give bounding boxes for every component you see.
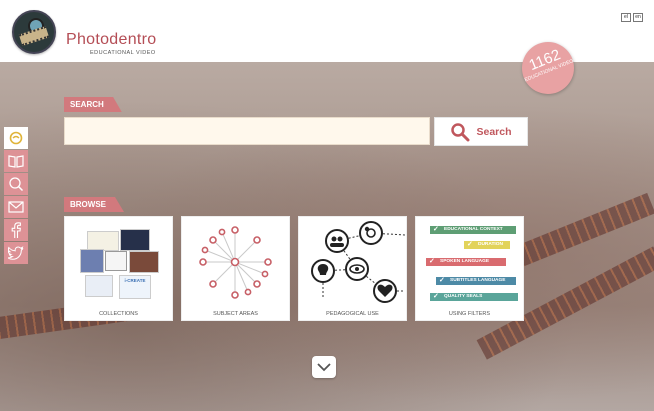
mail-icon (8, 201, 24, 213)
photodentro-icon (9, 131, 23, 145)
collection-thumb (87, 231, 119, 251)
brand-title[interactable]: Photodentro (66, 31, 156, 49)
subject-network-icon (199, 226, 272, 299)
pedagogical-icon (311, 221, 406, 303)
twitter-link[interactable] (4, 242, 28, 264)
mail-link[interactable] (4, 196, 28, 218)
page-frame: Photodentro EDUCATIONAL VIDEO el en 1162… (0, 0, 654, 411)
brand-subtitle: EDUCATIONAL VIDEO (90, 50, 156, 56)
search-section-tag: SEARCH (64, 97, 122, 112)
check-icon: ✓ (433, 293, 439, 300)
collection-thumb (120, 229, 150, 251)
search-button[interactable]: Search (434, 117, 528, 146)
twitter-icon (8, 246, 24, 260)
facebook-link[interactable] (4, 219, 28, 241)
photodentro-social-link[interactable] (4, 127, 28, 149)
browse-card-using-filters[interactable]: ✓ EDUCATIONAL CONTEXT ✓ DURATION ✓ SPOKEN L… (415, 216, 524, 321)
photodentro-logo-icon[interactable] (12, 10, 56, 54)
search-button-label: Search (476, 125, 512, 138)
browse-card-collections[interactable]: i-CREATE COLLECTIONS (64, 216, 173, 321)
facebook-icon (11, 222, 21, 238)
card-label-using-filters: USING FILTERS (448, 311, 491, 317)
book-icon (8, 155, 24, 168)
filter-duration: ✓ DURATION (464, 241, 510, 249)
check-icon: ✓ (467, 241, 473, 248)
book-link[interactable] (4, 150, 28, 172)
card-label-pedagogical-use: PEDAGOGICAL USE (326, 311, 379, 317)
collection-thumb (80, 249, 104, 273)
card-label-subject-areas: SUBJECT AREAS (213, 311, 258, 317)
search-help-link[interactable] (4, 173, 28, 195)
scroll-down-button[interactable] (312, 356, 336, 378)
collection-thumb (85, 275, 113, 297)
lang-en-button[interactable]: en (633, 13, 643, 22)
filter-quality-seals: ✓ QUALITY SEALS (430, 293, 518, 301)
search-icon (451, 122, 470, 141)
collection-thumb-icreate: i-CREATE (119, 275, 151, 299)
browse-section-tag: BROWSE (64, 197, 124, 212)
filter-educational-context: ✓ EDUCATIONAL CONTEXT (430, 226, 516, 234)
check-icon: ✓ (439, 277, 445, 284)
check-icon: ✓ (429, 258, 435, 265)
filter-spoken-language: ✓ SPOKEN LANGUAGE (426, 258, 506, 266)
browse-card-subject-areas[interactable]: SUBJECT AREAS (181, 216, 290, 321)
check-icon: ✓ (433, 226, 439, 233)
search-input[interactable] (64, 117, 430, 145)
collection-thumb (129, 251, 159, 273)
card-label-collections: COLLECTIONS (99, 311, 138, 317)
search-help-icon (9, 177, 24, 192)
browse-card-pedagogical-use[interactable]: PEDAGOGICAL USE (298, 216, 407, 321)
chevron-down-icon (317, 363, 331, 372)
lang-el-button[interactable]: el (621, 13, 631, 22)
collection-thumb (105, 251, 127, 271)
filter-subtitles-language: ✓ SUBTITLES LANGUAGE (436, 277, 516, 285)
